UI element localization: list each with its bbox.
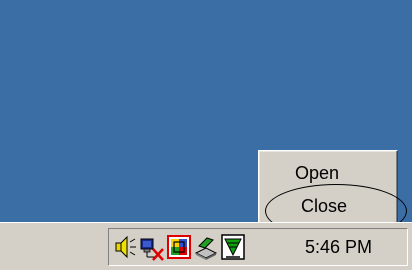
taskbar-clock[interactable]: 5:46 PM [305, 235, 372, 259]
network-disconnected-icon[interactable] [139, 233, 165, 261]
keyboard-layout-icon[interactable] [166, 233, 192, 261]
speaker-icon[interactable] [113, 233, 139, 261]
taskbar: 5:46 PM [0, 222, 412, 270]
menu-item-open[interactable]: Open [263, 160, 393, 186]
safely-remove-hardware-icon[interactable] [193, 233, 219, 261]
download-funnel-icon[interactable] [220, 233, 246, 261]
menu-item-close[interactable]: Close [263, 193, 393, 219]
tray-context-menu: Open Close [258, 150, 398, 228]
system-tray: 5:46 PM [108, 228, 408, 266]
